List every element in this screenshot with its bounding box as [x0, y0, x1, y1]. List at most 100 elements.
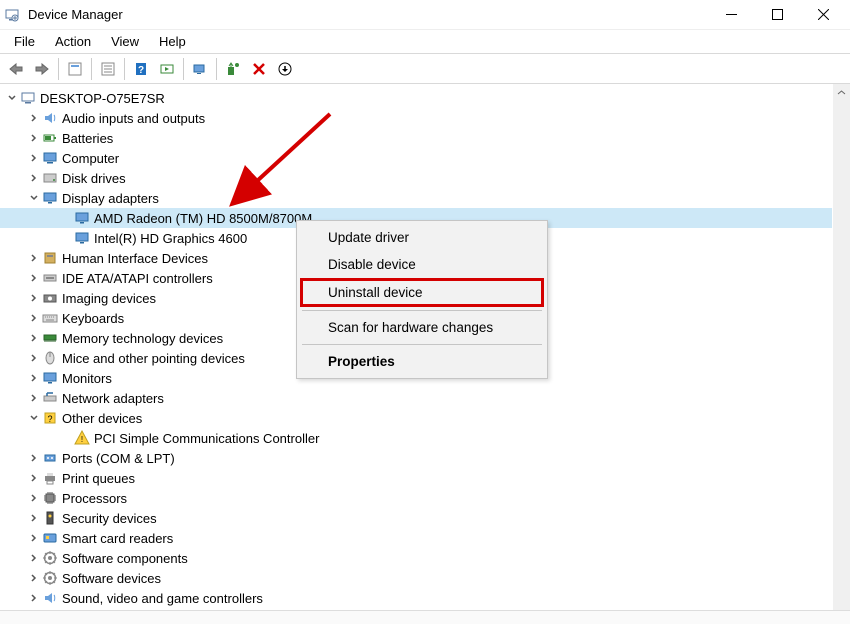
ide-icon: [42, 270, 58, 286]
smartcard-icon: [42, 530, 58, 546]
display-icon: [74, 210, 90, 226]
tree-category[interactable]: Audio inputs and outputs: [0, 108, 832, 128]
context-update-driver[interactable]: Update driver: [300, 224, 544, 251]
tree-category[interactable]: Processors: [0, 488, 832, 508]
tree-twisty-icon[interactable]: [6, 92, 18, 104]
tree-twisty-icon[interactable]: [28, 352, 40, 364]
tree-twisty-icon[interactable]: [28, 472, 40, 484]
tree-category[interactable]: Batteries: [0, 128, 832, 148]
help-button[interactable]: ?: [129, 57, 153, 81]
tree-twisty-icon[interactable]: [28, 192, 40, 204]
window-title: Device Manager: [28, 7, 708, 22]
vertical-scrollbar[interactable]: [833, 84, 850, 610]
tree-twisty-icon[interactable]: [28, 412, 40, 424]
menu-action[interactable]: Action: [45, 32, 101, 51]
minimize-button[interactable]: [708, 0, 754, 30]
menu-file[interactable]: File: [4, 32, 45, 51]
tree-category[interactable]: Sound, video and game controllers: [0, 588, 832, 608]
tree-label: PCI Simple Communications Controller: [94, 431, 319, 446]
context-properties[interactable]: Properties: [300, 348, 544, 375]
keyboard-icon: [42, 310, 58, 326]
toolbar-separator: [58, 58, 59, 80]
tree-category[interactable]: ?Other devices: [0, 408, 832, 428]
context-uninstall-device[interactable]: Uninstall device: [300, 278, 544, 307]
properties-button[interactable]: [96, 57, 120, 81]
toolbar-separator: [91, 58, 92, 80]
disable-button[interactable]: [273, 57, 297, 81]
tree-twisty-icon[interactable]: [28, 492, 40, 504]
scan-hardware-button[interactable]: [188, 57, 212, 81]
port-icon: [42, 450, 58, 466]
tree-category[interactable]: Software devices: [0, 568, 832, 588]
tree-label: Software components: [62, 551, 188, 566]
window-controls: [708, 0, 846, 30]
context-disable-device[interactable]: Disable device: [300, 251, 544, 278]
tree-category[interactable]: Disk drives: [0, 168, 832, 188]
tree-twisty-icon[interactable]: [28, 392, 40, 404]
action-button[interactable]: [155, 57, 179, 81]
software-icon: [42, 570, 58, 586]
tree-category[interactable]: Smart card readers: [0, 528, 832, 548]
forward-button[interactable]: [30, 57, 54, 81]
tree-category[interactable]: Security devices: [0, 508, 832, 528]
printer-icon: [42, 470, 58, 486]
tree-twisty-icon[interactable]: [28, 252, 40, 264]
display-icon: [74, 230, 90, 246]
tree-twisty-icon[interactable]: [28, 512, 40, 524]
tree-twisty-icon[interactable]: [28, 152, 40, 164]
scroll-up-icon[interactable]: [833, 84, 850, 101]
tree-twisty-icon[interactable]: [28, 312, 40, 324]
menu-view[interactable]: View: [101, 32, 149, 51]
tree-twisty-icon[interactable]: [28, 552, 40, 564]
svg-text:?: ?: [138, 65, 144, 76]
tree-root[interactable]: DESKTOP-O75E7SR: [0, 88, 832, 108]
tree-label: Batteries: [62, 131, 113, 146]
tree-category[interactable]: Computer: [0, 148, 832, 168]
audio-icon: [42, 110, 58, 126]
context-scan-hardware[interactable]: Scan for hardware changes: [300, 314, 544, 341]
tree-label: Smart card readers: [62, 531, 173, 546]
tree-twisty-icon[interactable]: [28, 372, 40, 384]
tree-twisty-icon[interactable]: [28, 592, 40, 604]
software-icon: [42, 550, 58, 566]
tree-label: Computer: [62, 151, 119, 166]
tree-label: Mice and other pointing devices: [62, 351, 245, 366]
context-separator: [302, 344, 542, 345]
tree-twisty-icon[interactable]: [28, 132, 40, 144]
tree-twisty-icon[interactable]: [28, 532, 40, 544]
back-button[interactable]: [4, 57, 28, 81]
tree-label: Disk drives: [62, 171, 126, 186]
menu-help[interactable]: Help: [149, 32, 196, 51]
tree-root-label: DESKTOP-O75E7SR: [40, 91, 165, 106]
tree-label: IDE ATA/ATAPI controllers: [62, 271, 213, 286]
tree-twisty-icon[interactable]: [28, 292, 40, 304]
tree-category[interactable]: Display adapters: [0, 188, 832, 208]
unknown-child-icon: !: [74, 430, 90, 446]
disk-icon: [42, 170, 58, 186]
tree-category[interactable]: Ports (COM & LPT): [0, 448, 832, 468]
tree-twisty-icon[interactable]: [28, 172, 40, 184]
tree-twisty-icon[interactable]: [28, 332, 40, 344]
tree-label: Processors: [62, 491, 127, 506]
tree-category[interactable]: Software components: [0, 548, 832, 568]
tree-twisty-icon[interactable]: [28, 272, 40, 284]
tree-label: Imaging devices: [62, 291, 156, 306]
tree-label: Ports (COM & LPT): [62, 451, 175, 466]
cpu-icon: [42, 490, 58, 506]
tree-category[interactable]: Print queues: [0, 468, 832, 488]
tree-category[interactable]: Network adapters: [0, 388, 832, 408]
tree-twisty-icon[interactable]: [28, 452, 40, 464]
tree-twisty-icon[interactable]: [28, 572, 40, 584]
imaging-icon: [42, 290, 58, 306]
tree-device[interactable]: ! PCI Simple Communications Controller: [0, 428, 832, 448]
tree-label: Intel(R) HD Graphics 4600: [94, 231, 247, 246]
computer-icon: [42, 150, 58, 166]
toolbar-separator: [183, 58, 184, 80]
maximize-button[interactable]: [754, 0, 800, 30]
close-button[interactable]: [800, 0, 846, 30]
show-hidden-button[interactable]: [63, 57, 87, 81]
tree-twisty-icon[interactable]: [28, 112, 40, 124]
update-driver-button[interactable]: [221, 57, 245, 81]
unknown-icon: ?: [42, 410, 58, 426]
uninstall-button[interactable]: [247, 57, 271, 81]
